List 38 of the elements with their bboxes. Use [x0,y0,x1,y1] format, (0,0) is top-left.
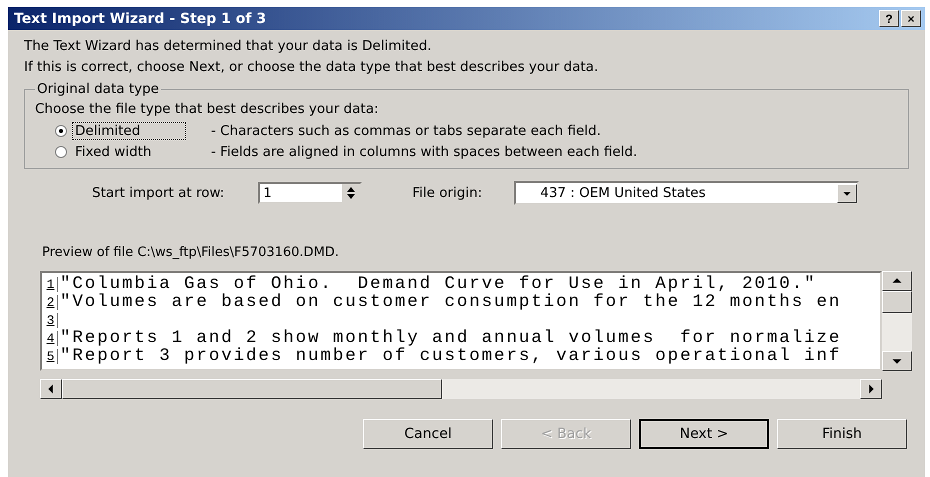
line-number: 2 [44,294,58,310]
intro-text: If this is correct, choose Next, or choose the data type that best describes your data. [24,58,600,77]
scroll-up-icon[interactable] [882,271,912,291]
scroll-thumb[interactable] [882,291,912,313]
preview-line: "Reports 1 and 2 show monthly and annual volumes for normalize [60,328,842,348]
dialog-button[interactable]: Finish [777,419,907,449]
preview-line: "Columbia Gas of Ohio. Demand Curve for Use in April, 2010." [60,274,817,294]
line-number: 5 [44,348,58,364]
start-row-label: Start import at row: [92,185,224,201]
intro-text: The Text Wizard has determined that your data is Delimited. [24,37,433,56]
line-number: 1 [44,276,58,292]
preview-label: Preview of file C:\ws_ftp\Files\F5703160.DMD. [42,245,340,260]
preview-line: "Report 3 provides number of customers, various operational inf [60,346,842,366]
radio-button[interactable] [55,146,67,158]
line-number: 4 [44,330,58,346]
close-button[interactable]: × [901,10,921,27]
prompt-text: Choose the file type that best describes your data: [35,100,380,119]
option-label[interactable]: Delimited [73,122,185,138]
option-description: - Fields are aligned in columns with spaces between each field. [211,144,638,160]
help-button[interactable]: ? [879,10,899,27]
line-number: 3 [44,312,58,328]
scroll-down-icon[interactable] [882,351,912,371]
scroll-left-icon[interactable] [40,379,62,399]
radio-button[interactable] [55,124,67,136]
file-origin-dropdown[interactable]: 437 : OEM United States [514,181,860,205]
group-legend: Original data type [35,81,161,97]
dialog-button[interactable]: Cancel [363,419,493,449]
dialog-button[interactable]: Next > [639,419,769,449]
file-origin-label: File origin: [412,185,482,201]
scroll-thumb[interactable] [62,379,442,399]
option-label[interactable]: Fixed width [73,144,185,160]
scroll-right-icon[interactable] [860,379,882,399]
start-row-field[interactable]: 1 [258,182,362,204]
option-description: - Characters such as commas or tabs separate each field. [211,122,601,138]
preview-line: "Volumes are based on customer consumption for the 12 months en [60,292,842,312]
horizontal-scrollbar[interactable] [40,379,882,399]
window-title: Text Import Wizard - Step 1 of 3 [14,10,268,26]
vertical-scrollbar[interactable] [882,271,912,371]
